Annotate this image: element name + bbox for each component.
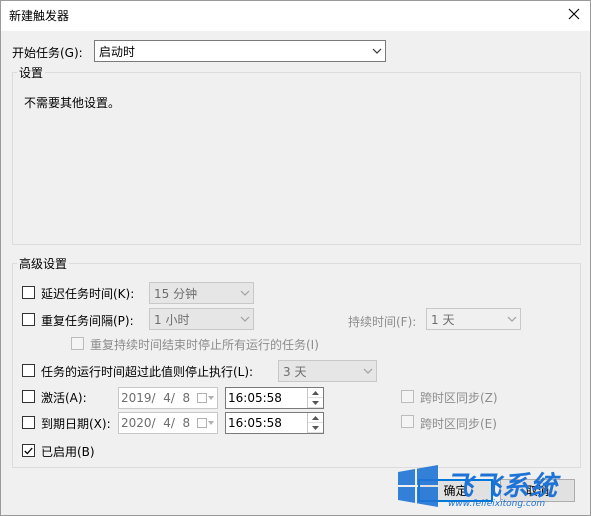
activate-sync-label: 跨时区同步(Z) bbox=[420, 391, 498, 405]
duration-value: 1 天 bbox=[431, 312, 455, 327]
watermark-url: www.feifeixitong.com bbox=[448, 499, 546, 509]
repeat-label: 重复任务间隔(P): bbox=[41, 314, 134, 328]
spin-down-icon[interactable] bbox=[308, 398, 323, 408]
stop-all-checkbox[interactable] bbox=[71, 337, 84, 350]
spin-up-icon[interactable] bbox=[308, 388, 323, 398]
watermark: 飞飞系统 www.feifeixitong.com bbox=[394, 462, 591, 516]
calendar-icon bbox=[197, 392, 215, 407]
expire-time-value: 16:05:58 bbox=[228, 416, 282, 430]
activate-time-input[interactable]: 16:05:58 bbox=[225, 387, 324, 409]
duration-select[interactable]: 1 天 bbox=[426, 308, 521, 330]
repeat-select[interactable]: 1 小时 bbox=[149, 308, 254, 330]
chevron-down-icon bbox=[507, 309, 517, 329]
expire-label: 到期日期(X): bbox=[41, 417, 111, 431]
window-title: 新建触发器 bbox=[9, 9, 70, 23]
advanced-group-label: 高级设置 bbox=[17, 255, 70, 272]
chevron-down-icon bbox=[240, 309, 250, 329]
expire-checkbox[interactable] bbox=[22, 416, 35, 429]
windows-logo-icon bbox=[396, 464, 440, 511]
calendar-icon bbox=[197, 417, 215, 432]
activate-sync-checkbox[interactable] bbox=[401, 390, 414, 403]
activate-time-spinner[interactable] bbox=[307, 388, 323, 408]
stop-all-label: 重复持续时间结束时停止所有运行的任务(I) bbox=[90, 338, 319, 352]
watermark-logo-text: 飞飞系统 bbox=[446, 471, 558, 502]
title-bar bbox=[0, 0, 591, 31]
delay-checkbox[interactable] bbox=[22, 286, 35, 299]
close-button[interactable] bbox=[556, 0, 591, 31]
expire-time-input[interactable]: 16:05:58 bbox=[225, 412, 324, 434]
expire-time-spinner[interactable] bbox=[307, 413, 323, 433]
enabled-label: 已启用(B) bbox=[41, 445, 95, 459]
expire-date-picker[interactable]: 2020/ 4/ 8 bbox=[118, 412, 218, 434]
duration-label: 持续时间(F): bbox=[348, 315, 417, 329]
start-task-label: 开始任务(G): bbox=[12, 46, 83, 60]
chevron-down-icon bbox=[363, 361, 373, 381]
start-task-value: 启动时 bbox=[99, 44, 136, 59]
repeat-checkbox[interactable] bbox=[22, 313, 35, 326]
spin-up-icon[interactable] bbox=[308, 413, 323, 423]
expire-date-value: 2020/ 4/ 8 bbox=[121, 416, 191, 430]
expire-sync-checkbox[interactable] bbox=[401, 415, 414, 428]
chevron-down-icon bbox=[240, 283, 250, 303]
activate-label: 激活(A): bbox=[41, 391, 87, 405]
enabled-checkbox[interactable] bbox=[22, 444, 35, 457]
activate-date-value: 2019/ 4/ 8 bbox=[121, 391, 191, 405]
expire-sync-label: 跨时区同步(E) bbox=[420, 417, 497, 431]
stop-longer-checkbox[interactable] bbox=[22, 364, 35, 377]
activate-checkbox[interactable] bbox=[22, 390, 35, 403]
activate-date-picker[interactable]: 2019/ 4/ 8 bbox=[118, 387, 218, 409]
stop-longer-value: 3 天 bbox=[283, 364, 307, 379]
delay-value: 15 分钟 bbox=[154, 286, 198, 301]
activate-time-value: 16:05:58 bbox=[228, 391, 282, 405]
settings-message: 不需要其他设置。 bbox=[24, 96, 121, 110]
delay-select[interactable]: 15 分钟 bbox=[149, 282, 254, 304]
close-icon bbox=[568, 8, 580, 23]
settings-group-label: 设置 bbox=[17, 64, 46, 81]
stop-longer-label: 任务的运行时间超过此值则停止执行(L): bbox=[41, 365, 254, 379]
checkmark-icon bbox=[24, 444, 33, 458]
delay-label: 延迟任务时间(K): bbox=[41, 287, 135, 301]
repeat-value: 1 小时 bbox=[154, 312, 190, 327]
chevron-down-icon bbox=[372, 41, 382, 61]
start-task-select[interactable]: 启动时 bbox=[94, 40, 386, 62]
stop-longer-select[interactable]: 3 天 bbox=[278, 360, 377, 382]
spin-down-icon[interactable] bbox=[308, 423, 323, 433]
